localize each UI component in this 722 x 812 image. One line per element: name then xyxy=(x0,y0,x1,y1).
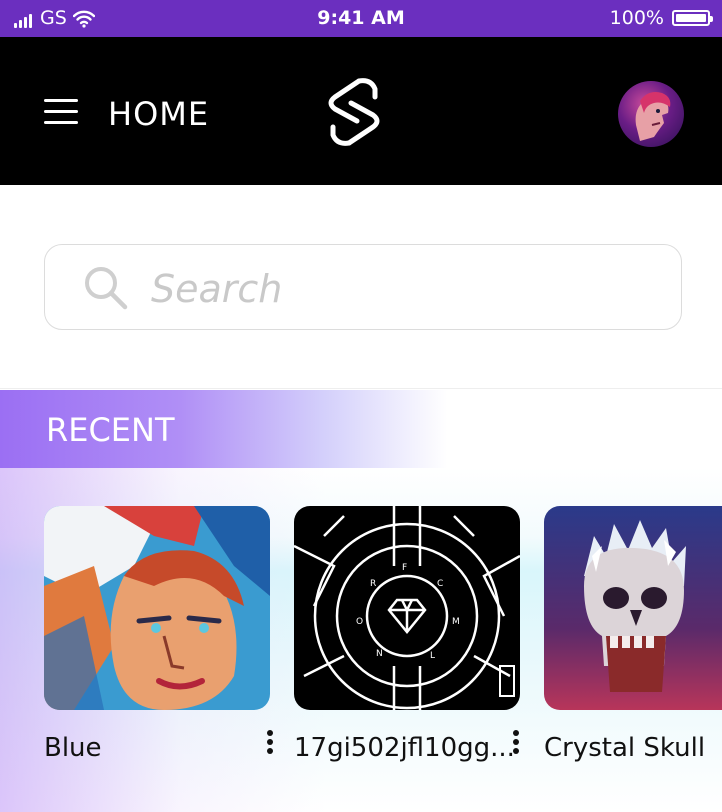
more-options-icon[interactable] xyxy=(511,730,521,762)
search-input[interactable] xyxy=(149,263,653,315)
svg-text:R: R xyxy=(370,579,376,589)
search-icon xyxy=(85,267,128,310)
artwork-thumbnail-diamond[interactable]: R F C O M N L xyxy=(294,506,520,710)
status-right: 100% xyxy=(609,7,713,29)
more-options-icon[interactable] xyxy=(265,730,275,762)
recent-header: RECENT xyxy=(0,390,722,468)
item-title[interactable]: 17gi502jfl10gg... xyxy=(294,732,515,764)
recent-item: Blue xyxy=(44,506,273,763)
search-bar[interactable] xyxy=(44,244,682,330)
battery-percent: 100% xyxy=(609,7,664,29)
avatar-art-icon xyxy=(635,92,671,141)
battery-icon xyxy=(672,10,713,26)
recent-title: RECENT xyxy=(46,411,175,449)
svg-text:N: N xyxy=(376,649,383,659)
svg-text:C: C xyxy=(437,579,443,589)
recent-item: R F C O M N L 17gi502jfl10gg... xyxy=(294,506,520,763)
svg-text:F: F xyxy=(402,563,407,573)
item-title[interactable]: Crystal Skull xyxy=(544,732,705,764)
hamburger-menu-icon[interactable] xyxy=(44,99,78,124)
artwork-thumbnail-crystal-skull[interactable] xyxy=(544,506,722,710)
svg-text:L: L xyxy=(430,651,435,661)
page-title: HOME xyxy=(108,95,210,133)
status-bar: GS 9:41 AM 100% xyxy=(0,0,722,37)
svg-text:M: M xyxy=(452,617,460,627)
section-divider xyxy=(0,388,722,389)
svg-text:O: O xyxy=(356,617,363,627)
user-avatar[interactable] xyxy=(618,81,684,147)
brand-logo-icon[interactable] xyxy=(315,75,393,149)
artwork-thumbnail-blue[interactable] xyxy=(44,506,270,710)
app-header: HOME xyxy=(0,37,722,185)
recent-item: Crystal Skull xyxy=(544,506,722,763)
item-title[interactable]: Blue xyxy=(44,732,102,764)
